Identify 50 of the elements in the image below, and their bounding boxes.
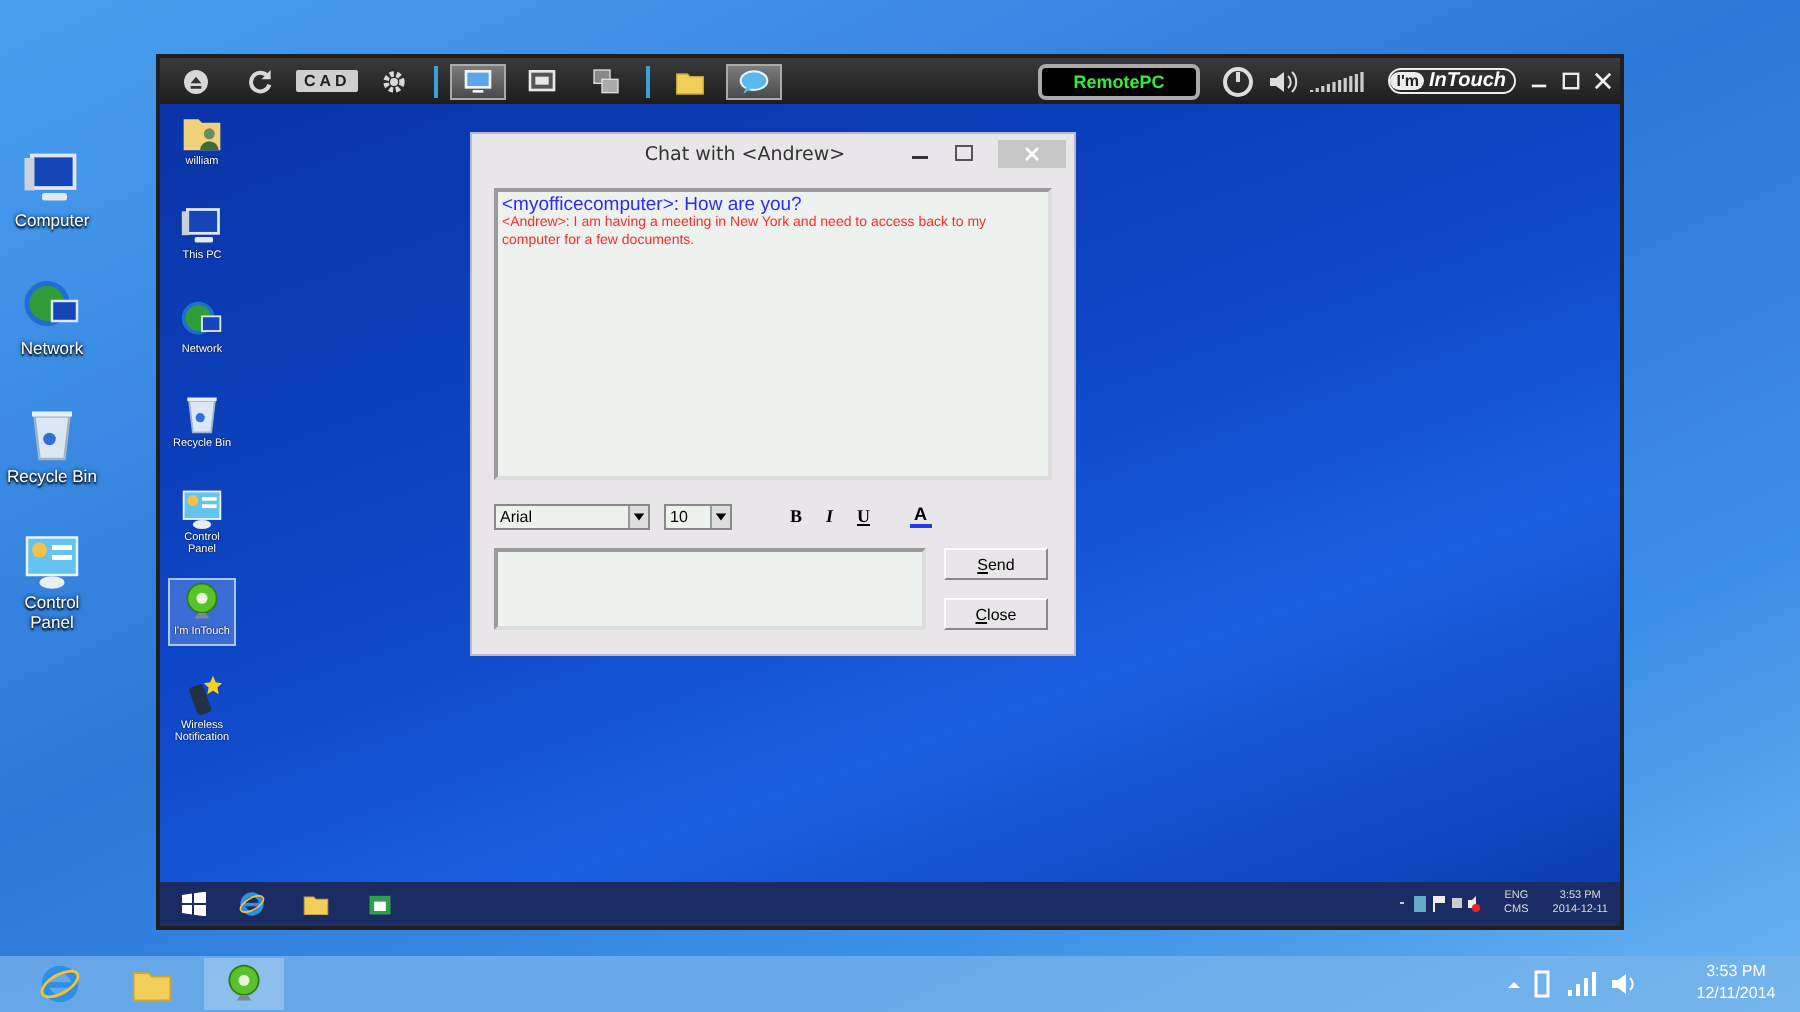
webcam-icon	[222, 962, 266, 1006]
signal-icon	[1310, 71, 1367, 91]
format-button[interactable]: U	[853, 504, 875, 528]
computer-icon	[180, 204, 224, 248]
logo-text: InTouch	[1428, 70, 1506, 92]
folder-icon	[302, 890, 330, 918]
settings-icon	[378, 65, 411, 97]
font-dropdown[interactable]: Arial	[494, 503, 650, 529]
desktop-icon-label: Control Panel	[22, 594, 82, 634]
dropdown-arrow-icon	[714, 509, 728, 523]
eject-icon	[180, 65, 212, 97]
stacked-windows-icon	[590, 65, 623, 97]
four-pane-icon	[182, 892, 206, 916]
control-panel-icon	[22, 530, 82, 591]
tray-icons-drawing	[1400, 896, 1481, 912]
maximize-icon[interactable]	[1562, 72, 1580, 90]
control-panel-icon	[180, 486, 224, 530]
desktop-icon[interactable]: Control Panel	[0, 526, 104, 638]
size-dropdown[interactable]: 10	[664, 503, 732, 529]
logo-badge: I'm	[1390, 72, 1425, 90]
screen-icon	[526, 65, 559, 97]
dialog-button[interactable]: Send	[944, 548, 1048, 580]
desktop-icon-label: Network	[20, 339, 84, 360]
format-button[interactable]: I	[822, 504, 838, 528]
desktop-icon[interactable]: Recycle Bin	[3, 399, 101, 491]
dialog-button[interactable]: Close	[944, 598, 1048, 630]
speaker-icon	[1266, 65, 1299, 97]
refresh-icon	[244, 65, 276, 97]
toolbar-button[interactable]	[450, 63, 507, 99]
webcam-icon	[180, 580, 224, 624]
toolbar-button[interactable]	[726, 63, 783, 99]
ctrl-alt-del-button[interactable]: CAD	[296, 70, 359, 92]
format-button[interactable]: B	[786, 504, 807, 528]
message-input[interactable]	[494, 548, 926, 630]
close-icon[interactable]	[1594, 72, 1612, 90]
monitor-icon	[462, 65, 495, 97]
chat-message: <myofficecomputer>: How are you?	[502, 194, 802, 216]
desktop-icon-label: Computer	[14, 212, 90, 232]
chat-bubble-icon	[738, 65, 771, 97]
browser-icon	[238, 890, 266, 918]
desktop-icon-label: Recycle Bin	[7, 467, 97, 487]
clock-date: 12/11/2014	[1696, 984, 1776, 1006]
store-icon	[366, 890, 394, 918]
clock-time: 3:53 PM	[1706, 962, 1766, 984]
window-title: Chat with <Andrew>	[642, 143, 848, 165]
status-badge: RemotePC	[1037, 63, 1201, 99]
format-button[interactable]: A	[910, 504, 932, 528]
browser-icon	[38, 962, 82, 1006]
dropdown-arrow-icon	[632, 509, 646, 523]
dial-icon	[1222, 65, 1255, 97]
